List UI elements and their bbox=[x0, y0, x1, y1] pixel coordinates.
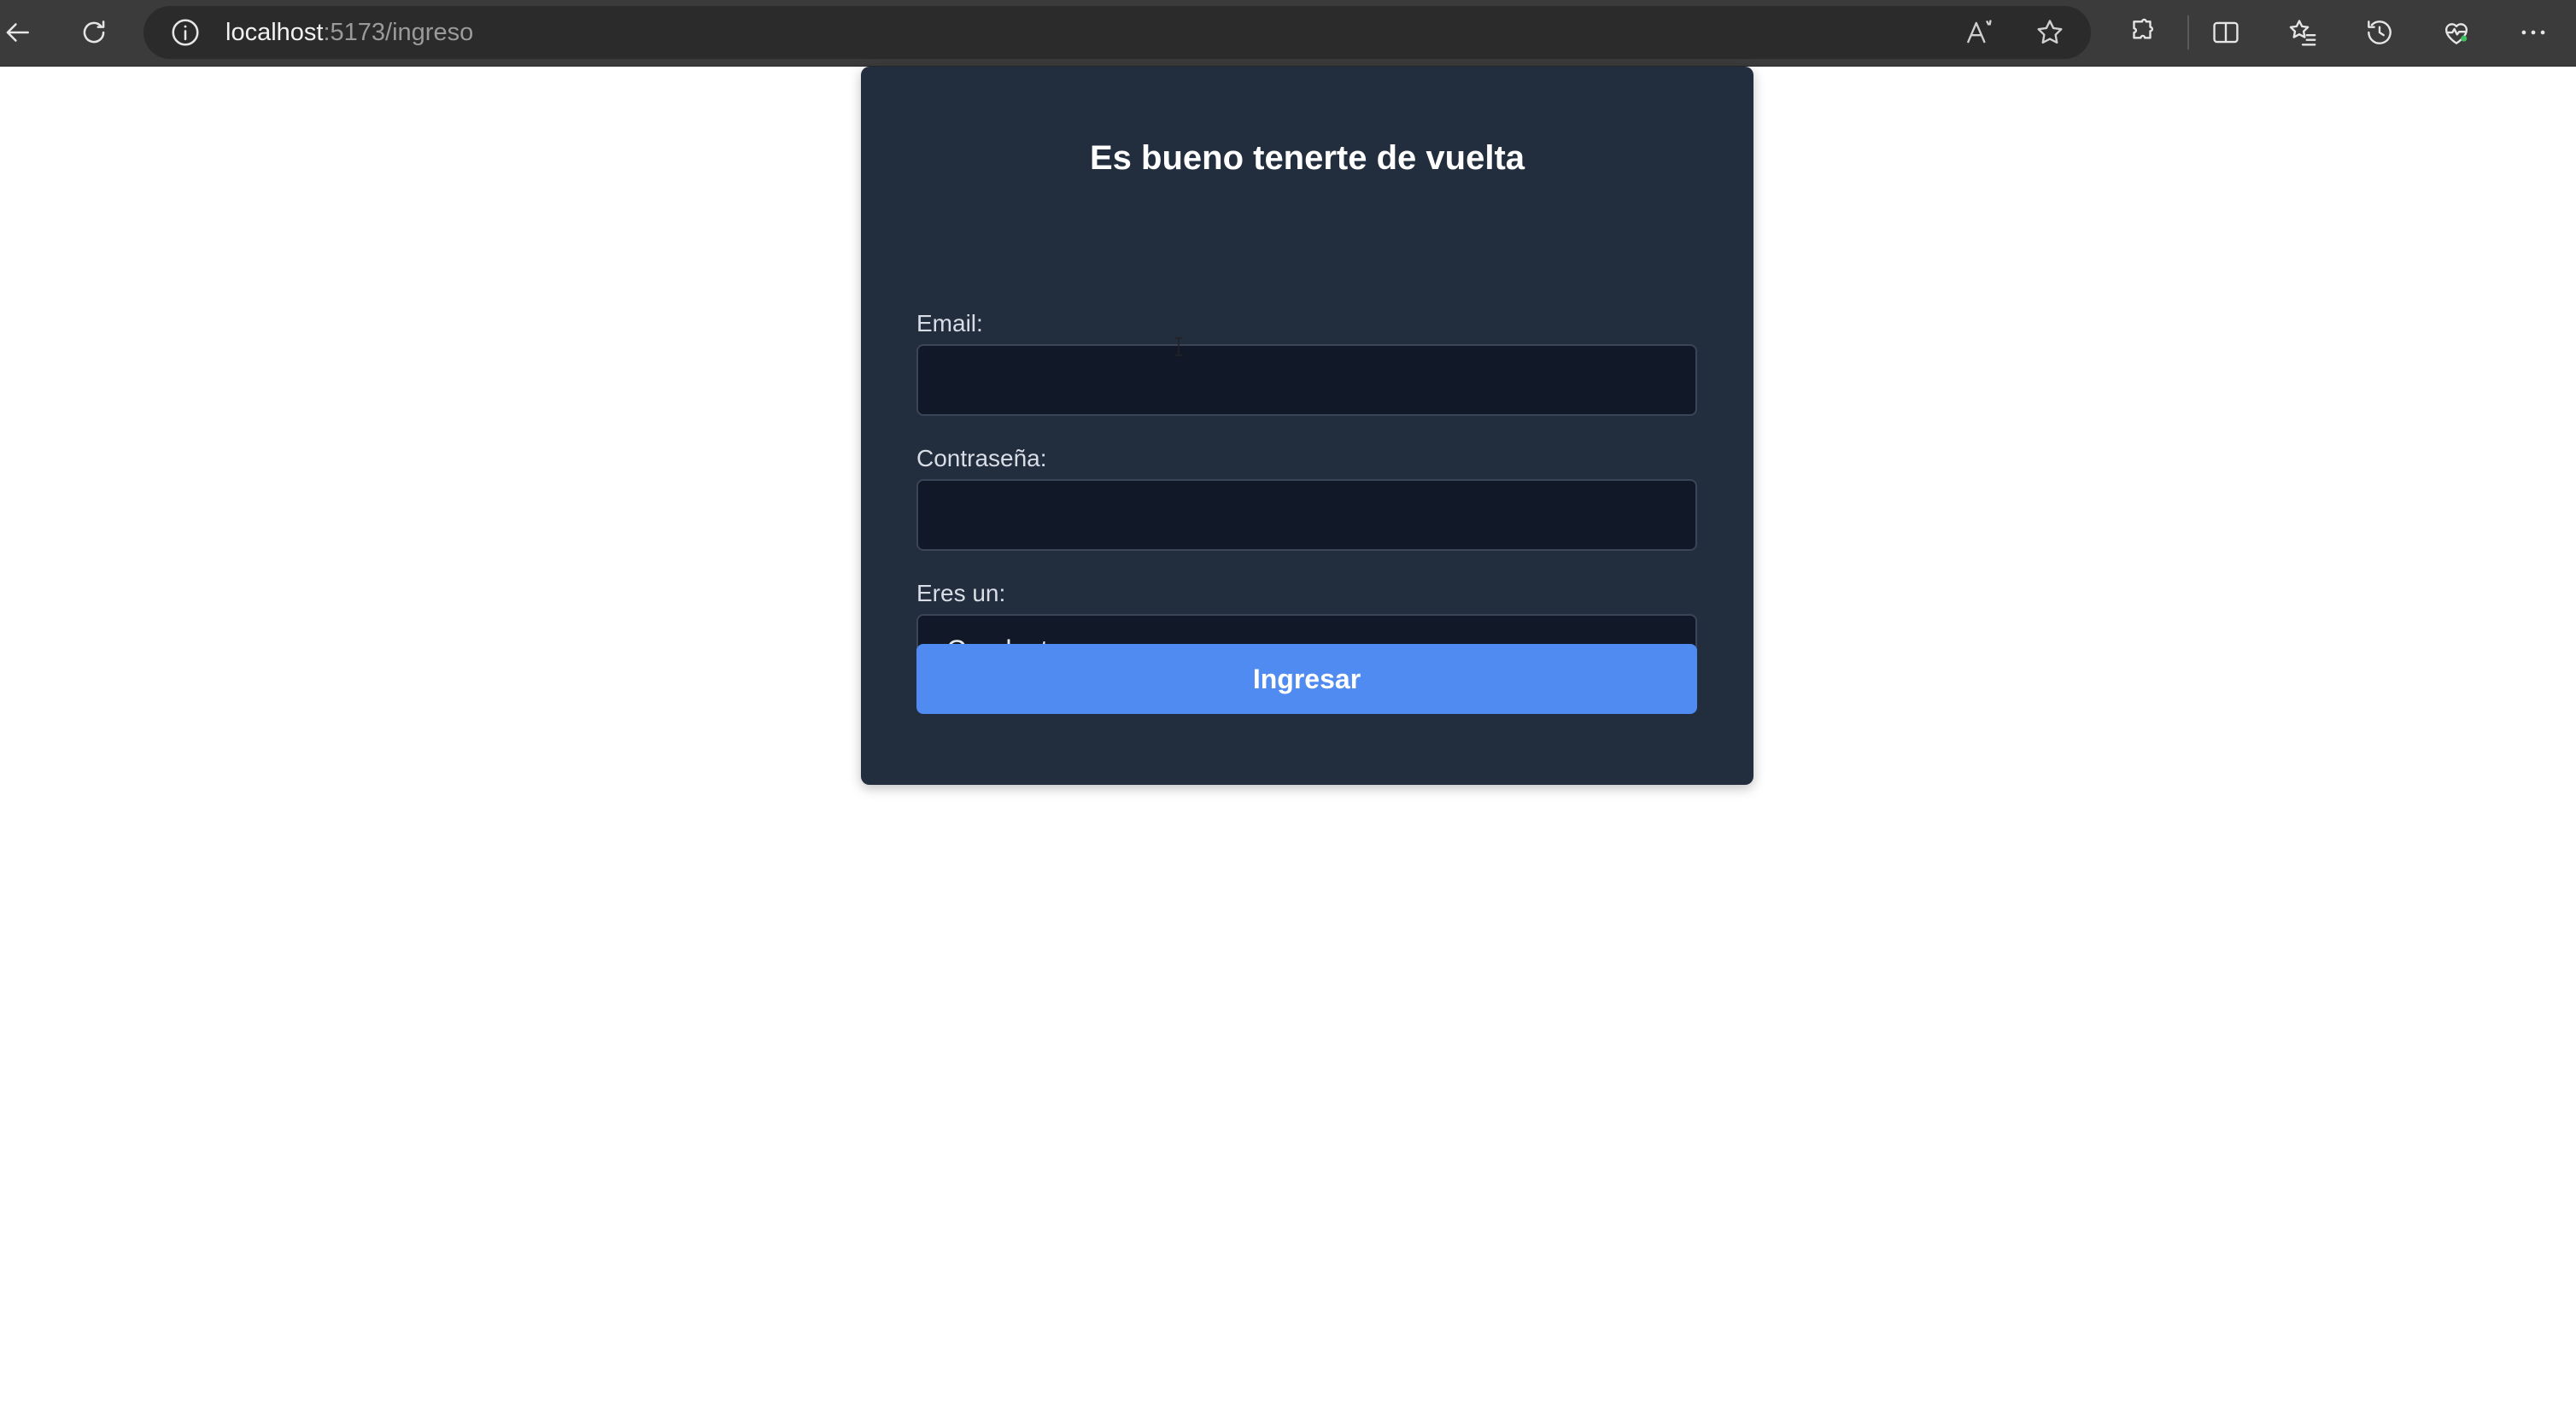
site-info-icon[interactable] bbox=[169, 16, 202, 49]
login-card: Es bueno tenerte de vuelta Email: Contra… bbox=[861, 67, 1753, 785]
split-screen-button[interactable] bbox=[2204, 10, 2248, 55]
password-field[interactable] bbox=[916, 479, 1697, 551]
extensions-puzzle-icon bbox=[2133, 18, 2154, 39]
url-path: :5173/ingreso bbox=[323, 19, 474, 46]
favorite-star-icon[interactable] bbox=[2034, 16, 2066, 49]
history-icon bbox=[2368, 20, 2392, 44]
browser-toolbar: localhost:5173/ingreso bbox=[0, 0, 2576, 67]
address-bar[interactable]: localhost:5173/ingreso bbox=[143, 6, 2091, 59]
split-screen-icon bbox=[2213, 21, 2239, 44]
reload-button[interactable] bbox=[72, 10, 116, 55]
more-menu-button[interactable] bbox=[2511, 10, 2556, 55]
favorites-button[interactable] bbox=[2280, 10, 2325, 55]
email-label: Email: bbox=[916, 310, 983, 336]
back-arrow-icon bbox=[6, 23, 29, 42]
favorites-list-icon bbox=[2289, 20, 2316, 46]
browser-essentials-button[interactable] bbox=[2434, 10, 2479, 55]
reload-icon bbox=[83, 20, 105, 44]
url-text[interactable]: localhost:5173/ingreso bbox=[225, 6, 473, 59]
page-title: Es bueno tenerte de vuelta bbox=[1089, 139, 1525, 177]
extensions-button[interactable] bbox=[2120, 10, 2164, 55]
back-button[interactable] bbox=[0, 10, 39, 55]
login-submit-button[interactable]: Ingresar bbox=[916, 644, 1697, 714]
role-label: Eres un: bbox=[916, 580, 1006, 606]
email-field[interactable] bbox=[916, 344, 1697, 416]
url-host: localhost bbox=[225, 19, 324, 46]
heart-pulse-icon bbox=[2444, 23, 2468, 44]
history-button[interactable] bbox=[2357, 10, 2402, 55]
text-cursor-icon bbox=[1175, 337, 1182, 356]
read-aloud-icon[interactable] bbox=[1963, 16, 1995, 49]
password-label: Contraseña: bbox=[916, 445, 1047, 471]
toolbar-separator bbox=[2187, 15, 2189, 50]
more-dots-icon bbox=[2521, 30, 2545, 35]
